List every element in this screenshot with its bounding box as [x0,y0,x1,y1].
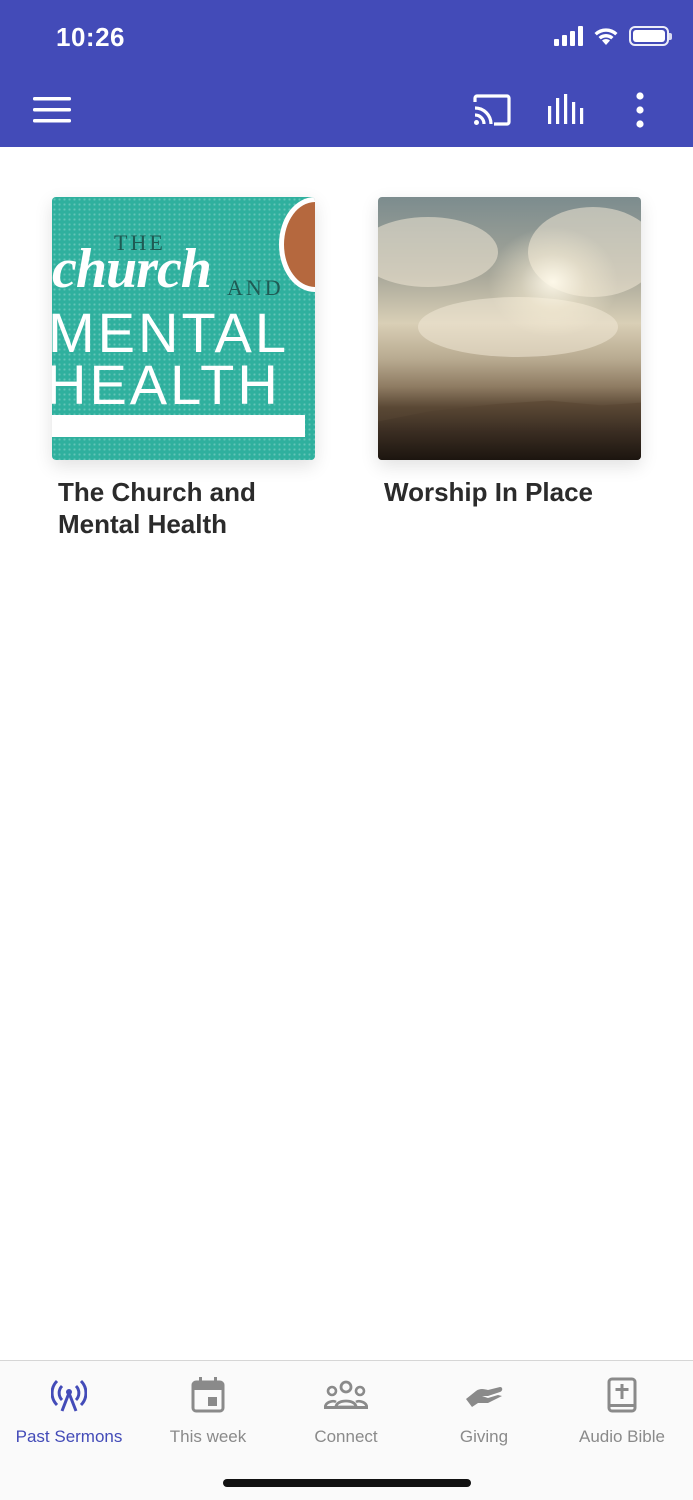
series-card[interactable]: THE church AND MENTAL HEALTH The Church … [52,197,315,540]
audio-levels-icon [548,94,584,124]
battery-icon [629,26,672,46]
series-card[interactable]: Worship In Place [378,197,641,540]
cast-button[interactable] [470,88,514,132]
artwork-cloud [378,217,498,287]
more-vertical-icon [636,92,644,128]
tab-label: Connect [314,1427,378,1446]
bottom-tab-bar: Past Sermons This week Connect Giving Au… [0,1360,693,1500]
tab-label: This week [169,1427,247,1446]
broadcast-icon [51,1379,87,1412]
series-title: Worship In Place [384,477,594,507]
menu-button[interactable] [30,88,74,132]
tab-audio-bible[interactable]: Audio Bible [553,1361,691,1461]
artwork-text: AND [227,275,284,300]
hamburger-menu-icon [33,97,71,123]
tab-label: Past Sermons [15,1427,123,1446]
status-icons [554,26,672,46]
tab-label: Audio Bible [578,1427,665,1446]
more-options-button[interactable] [618,88,662,132]
artwork-sunlight [488,227,618,337]
artwork-decoration [279,197,315,292]
artwork-bar [52,415,305,437]
people-icon [324,1380,368,1409]
cast-icon [473,94,511,126]
tab-past-sermons[interactable]: Past Sermons [0,1361,138,1461]
artwork-text: HEALTH [52,353,281,416]
series-artwork [378,197,641,460]
tab-giving[interactable]: Giving [415,1361,553,1461]
artwork-dunes [378,400,641,460]
tab-label: Giving [459,1427,509,1446]
series-title: The Church and Mental Health [58,477,256,539]
status-time: 10:26 [56,22,125,52]
series-artwork: THE church AND MENTAL HEALTH [52,197,315,460]
bible-icon [607,1377,637,1413]
tab-this-week[interactable]: This week [139,1361,277,1461]
app-header: 10:26 [0,0,693,147]
cellular-signal-icon [554,26,583,46]
artwork-text: church [52,238,212,300]
home-indicator[interactable] [223,1479,471,1487]
series-grid: THE church AND MENTAL HEALTH The Church … [52,197,641,540]
wifi-icon [594,28,618,45]
giving-hand-icon [466,1387,503,1407]
calendar-icon [191,1377,225,1413]
tab-connect[interactable]: Connect [277,1361,415,1461]
audio-levels-button[interactable] [544,88,588,132]
